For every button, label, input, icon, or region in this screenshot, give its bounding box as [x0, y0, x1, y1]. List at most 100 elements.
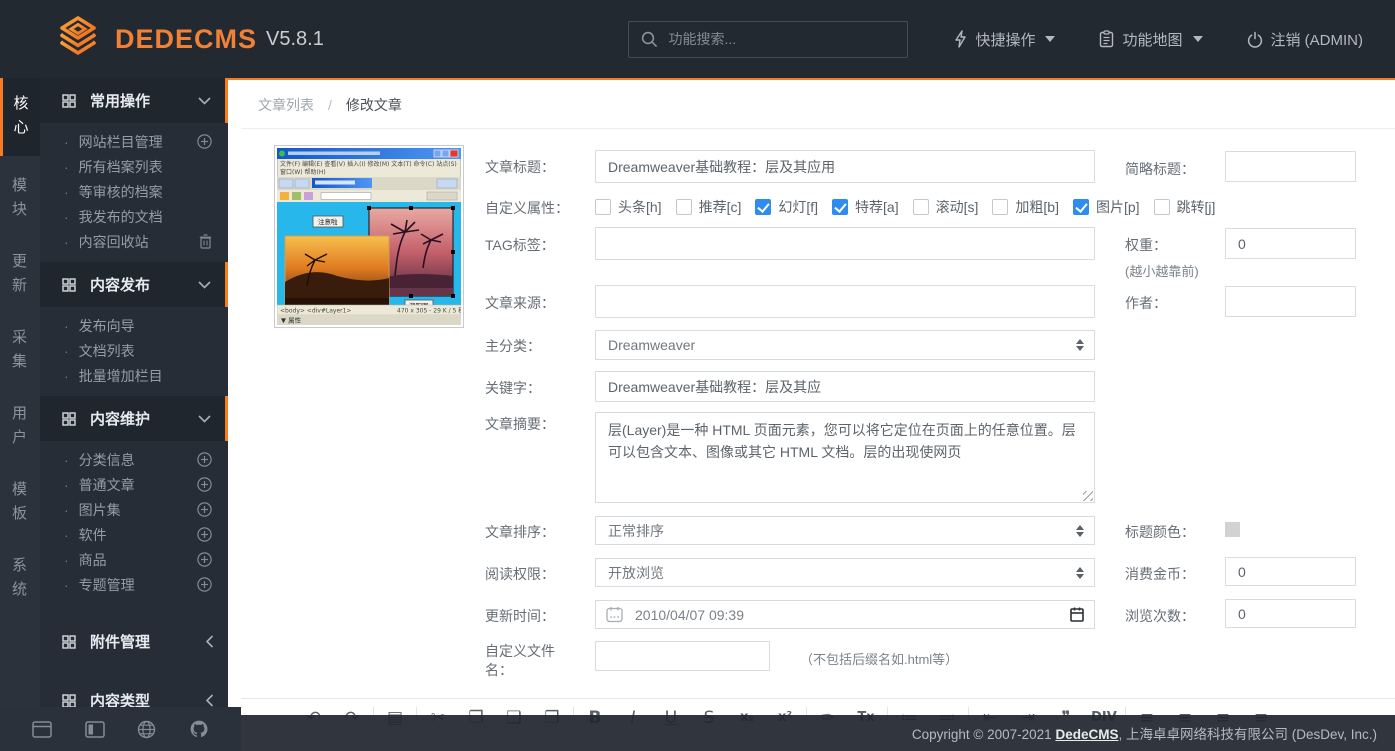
attr-checkbox-b[interactable]: 加粗[b] [992, 197, 1059, 217]
update-time-field[interactable]: 2010/04/07 09:39 [595, 600, 1095, 629]
menu-section-header-5[interactable]: 内容类型 [40, 678, 228, 707]
grid-icon [62, 278, 76, 292]
datepicker-icon[interactable] [1070, 607, 1084, 622]
plus-circle-icon[interactable] [197, 502, 212, 517]
weight-note: (越小越靠前) [1125, 261, 1199, 280]
quick-actions-menu[interactable]: 快捷操作 [954, 29, 1055, 50]
resize-grip[interactable] [1083, 491, 1093, 501]
sidebar-item[interactable]: ·我发布的文档 [40, 204, 228, 229]
rail-tab-7[interactable]: 系统 [0, 544, 40, 612]
breadcrumb-article-list[interactable]: 文章列表 [258, 95, 314, 115]
sidebar-item[interactable]: ·专题管理 [40, 572, 228, 597]
sidebar-item[interactable]: ·批量增加栏目 [40, 363, 228, 388]
clipboard-icon [1099, 30, 1114, 48]
bullet-dot: · [64, 452, 69, 468]
menu-section-header-4[interactable]: 附件管理 [40, 619, 228, 664]
attr-checkbox-h[interactable]: 头条[h] [595, 197, 662, 217]
github-icon[interactable] [189, 719, 209, 739]
checkbox[interactable] [913, 199, 929, 215]
article-title-input[interactable] [595, 150, 1095, 183]
sidebar-item[interactable]: ·内容回收站 [40, 229, 228, 254]
weight-input[interactable] [1225, 228, 1356, 259]
plus-circle-icon[interactable] [197, 452, 212, 467]
consume-coins-input[interactable] [1225, 557, 1356, 586]
article-thumbnail[interactable]: 文件(F) 编辑(E) 查看(V) 插入(I) 修改(M) 文本(T) 命令(C… [274, 145, 464, 328]
checkbox[interactable] [595, 199, 611, 215]
sidebar-item[interactable]: ·网站栏目管理 [40, 129, 228, 154]
bullet-dot: · [64, 577, 69, 593]
menu-section-header-1[interactable]: 常用操作 [40, 78, 228, 123]
read-permission-select[interactable]: 开放浏览 [595, 558, 1095, 587]
attr-checkbox-j[interactable]: 跳转[j] [1154, 197, 1216, 217]
topbar-menu: 快捷操作 功能地图 注销 (ADMIN) [954, 29, 1363, 50]
main-category-select[interactable]: Dreamweaver [595, 330, 1095, 360]
rail-tab-6[interactable]: 模板 [0, 468, 40, 536]
rail-tab-4[interactable]: 采集 [0, 316, 40, 384]
title-color-swatch[interactable] [1225, 522, 1240, 537]
tag-input[interactable] [595, 227, 1095, 260]
sidebar-item[interactable]: ·普通文章 [40, 472, 228, 497]
chevron-down-icon [1193, 36, 1203, 42]
checkbox[interactable] [755, 199, 771, 215]
attr-checkbox-c[interactable]: 推荐[c] [676, 197, 742, 217]
short-title-input[interactable] [1225, 151, 1356, 182]
views-input[interactable] [1225, 599, 1356, 628]
split-layout-icon[interactable] [85, 721, 105, 738]
rail-tab-1[interactable]: 核心 [0, 78, 40, 156]
rail-tab-2[interactable]: 模块 [0, 164, 40, 232]
sidebar-menu: 常用操作 ·网站栏目管理·所有档案列表·等审核的档案·我发布的文档·内容回收站内容… [40, 78, 228, 707]
chevron-down-icon [198, 97, 211, 105]
source-input[interactable] [595, 285, 1095, 318]
sidebar-item[interactable]: ·发布向导 [40, 313, 228, 338]
browser-window-icon[interactable] [32, 721, 52, 738]
rail-tab-5[interactable]: 用户 [0, 392, 40, 460]
rail-tab-3[interactable]: 更新 [0, 240, 40, 308]
checkbox[interactable] [1154, 199, 1170, 215]
lightning-icon [954, 30, 967, 48]
logout-button[interactable]: 注销 (ADMIN) [1247, 29, 1364, 50]
search-icon [641, 31, 658, 48]
dedecms-link[interactable]: DedeCMS [1055, 727, 1118, 742]
sidebar-item[interactable]: ·所有档案列表 [40, 154, 228, 179]
custom-filename-input[interactable] [595, 641, 770, 671]
grid-icon [62, 694, 76, 708]
attr-checkbox-f[interactable]: 幻灯[f] [755, 197, 818, 217]
plus-circle-icon[interactable] [197, 527, 212, 542]
plus-circle-icon[interactable] [197, 134, 212, 149]
sidebar-item[interactable]: ·分类信息 [40, 447, 228, 472]
svg-text:470 x 305 - 29 K / 5 秒: 470 x 305 - 29 K / 5 秒 [397, 307, 461, 315]
checkbox[interactable] [1073, 199, 1089, 215]
function-search-box[interactable] [628, 21, 908, 58]
sidebar-item[interactable]: ·等审核的档案 [40, 179, 228, 204]
keywords-input[interactable] [595, 371, 1095, 402]
attr-checkbox-a[interactable]: 特荐[a] [832, 197, 899, 217]
plus-circle-icon[interactable] [197, 552, 212, 567]
checkbox[interactable] [992, 199, 1008, 215]
checkbox[interactable] [676, 199, 692, 215]
attr-checkbox-s[interactable]: 滚动[s] [913, 197, 979, 217]
chevron-down-icon [198, 415, 211, 423]
attr-checkbox-p[interactable]: 图片[p] [1073, 197, 1140, 217]
menu-section-header-2[interactable]: 内容发布 [40, 262, 228, 307]
sidebar-item[interactable]: ·文档列表 [40, 338, 228, 363]
menu-section-header-3[interactable]: 内容维护 [40, 396, 228, 441]
sidebar-item[interactable]: ·图片集 [40, 497, 228, 522]
feature-map-menu[interactable]: 功能地图 [1099, 29, 1202, 50]
trash-icon[interactable] [199, 234, 212, 249]
sidebar-item[interactable]: ·商品 [40, 547, 228, 572]
bullet-dot: · [64, 502, 69, 518]
breadcrumb: 文章列表 / 修改文章 [241, 82, 1395, 129]
plus-circle-icon[interactable] [197, 577, 212, 592]
copyright-text: Copyright © 2007-2021 DedeCMS, 上海卓卓网络科技有… [912, 723, 1377, 743]
globe-icon[interactable] [137, 720, 156, 739]
calendar-outline-icon [606, 606, 623, 623]
sidebar-item[interactable]: ·软件 [40, 522, 228, 547]
summary-textarea[interactable] [595, 412, 1095, 503]
search-input[interactable] [668, 31, 878, 47]
plus-circle-icon[interactable] [197, 477, 212, 492]
brand[interactable]: DEDECMS V5.8.1 [55, 16, 324, 62]
sort-value: 正常排序 [608, 521, 664, 541]
sort-select[interactable]: 正常排序 [595, 516, 1095, 545]
checkbox[interactable] [832, 199, 848, 215]
author-input[interactable] [1225, 286, 1356, 317]
